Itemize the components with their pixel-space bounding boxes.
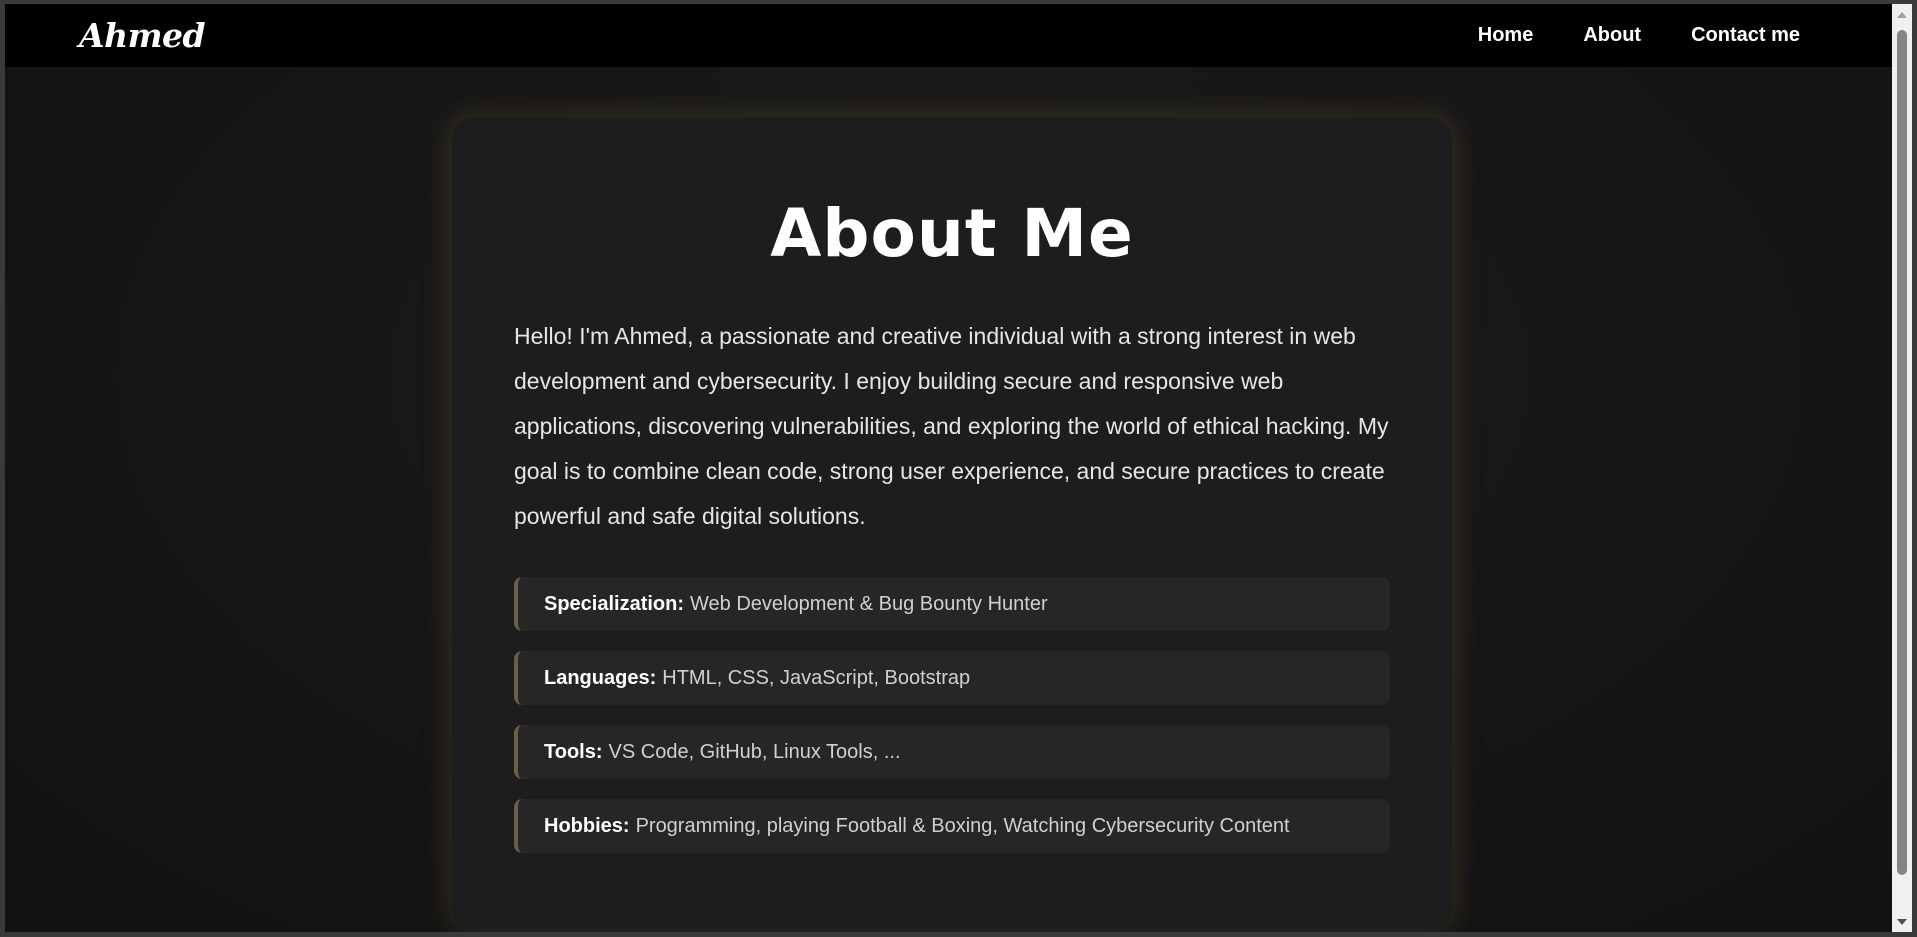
navbar: Ahmed Home About Contact me [5, 4, 1898, 67]
about-card: About Me Hello! I'm Ahmed, a passionate … [452, 117, 1452, 929]
info-label: Specialization: [544, 592, 685, 615]
info-item-hobbies: Hobbies: Programming, playing Football &… [514, 799, 1390, 853]
nav-link-home[interactable]: Home [1478, 24, 1534, 47]
browser-viewport: Ahmed Home About Contact me About Me Hel… [0, 0, 1917, 937]
info-label: Hobbies: [544, 814, 630, 837]
intro-paragraph: Hello! I'm Ahmed, a passionate and creat… [514, 323, 1389, 529]
brand-logo[interactable]: Ahmed [79, 16, 206, 55]
scroll-down-arrow-icon[interactable] [1897, 919, 1907, 925]
info-value: Web Development & Bug Bounty Hunter [690, 592, 1048, 615]
info-list: Specialization: Web Development & Bug Bo… [514, 577, 1390, 853]
info-label: Languages: [544, 666, 657, 689]
info-value: Programming, playing Football & Boxing, … [635, 814, 1290, 837]
info-value: VS Code, GitHub, Linux Tools, ... [608, 740, 901, 763]
info-item-languages: Languages: HTML, CSS, JavaScript, Bootst… [514, 651, 1390, 705]
scroll-up-arrow-icon[interactable] [1897, 12, 1907, 18]
nav-link-about[interactable]: About [1583, 24, 1641, 47]
info-item-specialization: Specialization: Web Development & Bug Bo… [514, 577, 1390, 631]
nav-link-contact[interactable]: Contact me [1691, 24, 1800, 47]
info-label: Tools: [544, 740, 603, 763]
info-item-tools: Tools: VS Code, GitHub, Linux Tools, ... [514, 725, 1390, 779]
scrollbar-thumb[interactable] [1897, 30, 1907, 875]
page-title: About Me [770, 195, 1134, 272]
vertical-scrollbar[interactable] [1892, 4, 1912, 932]
nav-links: Home About Contact me [1478, 24, 1800, 47]
info-value: HTML, CSS, JavaScript, Bootstrap [662, 666, 971, 689]
